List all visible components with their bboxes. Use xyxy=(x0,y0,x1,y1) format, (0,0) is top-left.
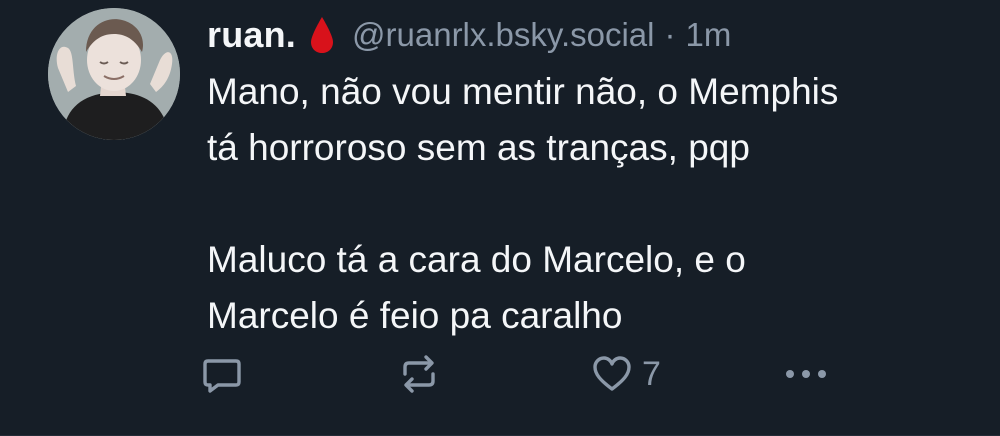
avatar[interactable] xyxy=(48,8,180,140)
post-card[interactable]: ruan. @ruanrlx.bsky.social · 1m Mano, nã… xyxy=(0,0,1000,436)
post-timestamp[interactable]: 1m xyxy=(686,16,732,54)
post-actions: 7 xyxy=(200,348,840,400)
blood-drop-icon xyxy=(308,15,336,55)
author-display-name[interactable]: ruan. xyxy=(207,14,296,56)
more-options-icon xyxy=(782,364,830,384)
post-header: ruan. @ruanrlx.bsky.social · 1m xyxy=(207,10,731,60)
repost-button[interactable] xyxy=(396,348,442,400)
reply-button[interactable] xyxy=(200,348,244,400)
reply-icon xyxy=(200,352,244,396)
repost-icon xyxy=(396,352,442,396)
avatar-illustration xyxy=(48,8,180,140)
like-button[interactable]: 7 xyxy=(590,348,661,400)
like-count: 7 xyxy=(642,354,661,393)
post-body: Mano, não vou mentir não, o Memphis tá h… xyxy=(207,64,977,344)
heart-icon xyxy=(590,352,634,396)
separator-dot: · xyxy=(664,16,676,53)
author-handle[interactable]: @ruanrlx.bsky.social xyxy=(352,16,654,54)
more-options-button[interactable] xyxy=(782,348,830,400)
post-paragraph: Mano, não vou mentir não, o Memphis tá h… xyxy=(207,71,839,168)
post-paragraph: Maluco tá a cara do Marcelo, e o Marcelo… xyxy=(207,239,746,336)
